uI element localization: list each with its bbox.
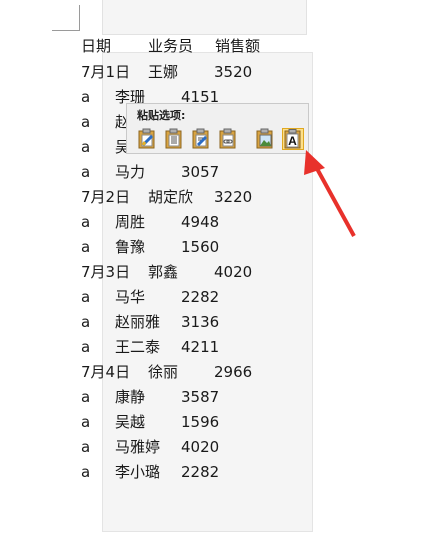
red-pointer-arrow [304, 150, 356, 237]
